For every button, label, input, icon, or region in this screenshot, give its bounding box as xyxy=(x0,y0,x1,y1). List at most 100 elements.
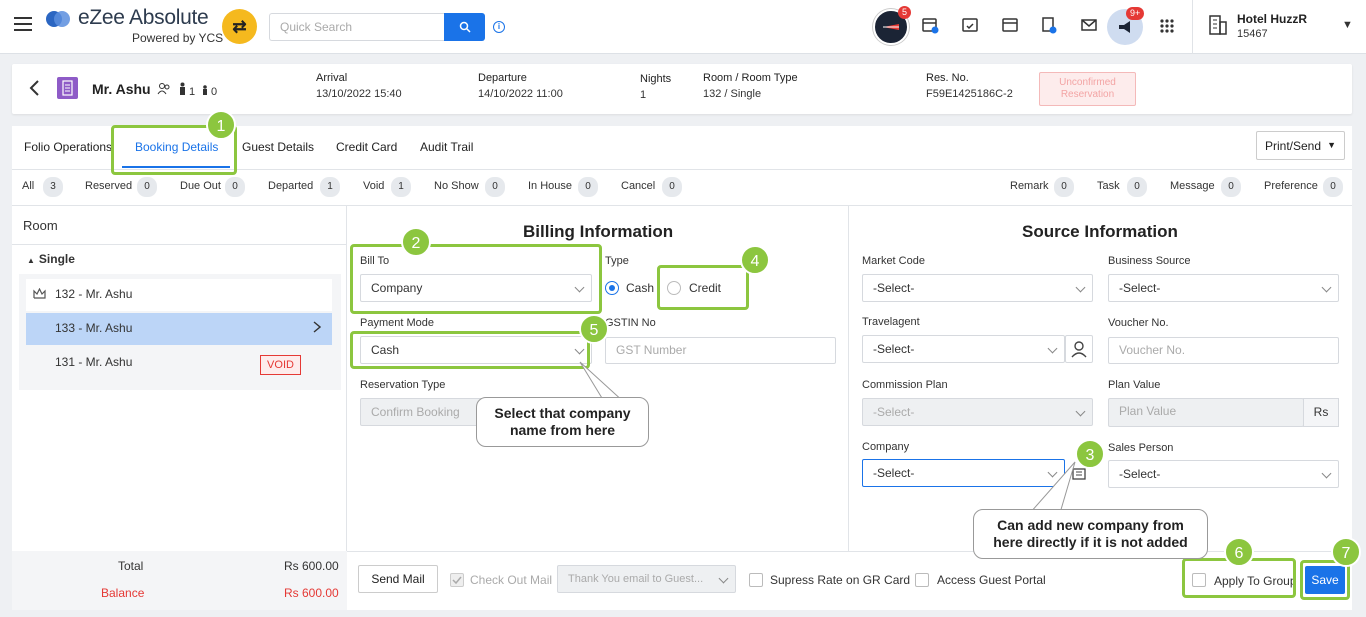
app-title: eZee Absolute xyxy=(78,6,209,29)
filter-task[interactable]: Task xyxy=(1097,180,1120,192)
travelagent-label: Travelagent xyxy=(862,316,920,328)
search-input[interactable]: Quick Search xyxy=(269,13,445,41)
filter-count: 0 xyxy=(1221,177,1241,197)
filter-departed[interactable]: Departed xyxy=(268,180,313,192)
res-no-value: F59E1425186C-2 xyxy=(926,88,1013,100)
filter-preference[interactable]: Preference xyxy=(1264,180,1318,192)
departure-value: 14/10/2022 11:00 xyxy=(478,88,563,100)
filter-remark[interactable]: Remark xyxy=(1010,180,1049,192)
calendar-add-icon[interactable] xyxy=(920,16,940,36)
print-send-label: Print/Send xyxy=(1265,139,1322,153)
filter-reserved[interactable]: Reserved xyxy=(85,180,132,192)
billing-title: Billing Information xyxy=(523,222,674,241)
room-item-132[interactable]: 132 - Mr. Ashu xyxy=(26,279,332,311)
chevron-down-icon xyxy=(1047,343,1058,354)
chevron-down-icon[interactable]: ▼ xyxy=(1342,19,1353,31)
tab-audit-trail[interactable]: Audit Trail xyxy=(420,140,473,154)
business-source-label: Business Source xyxy=(1108,255,1191,267)
apps-grid-icon[interactable] xyxy=(1160,19,1174,33)
adult-icon xyxy=(180,82,185,95)
send-mail-button[interactable]: Send Mail xyxy=(358,565,438,593)
filter-void[interactable]: Void xyxy=(363,180,384,192)
tab-credit-card[interactable]: Credit Card xyxy=(336,140,397,154)
child-count: 0 xyxy=(211,86,218,98)
guest-portal-checkbox[interactable] xyxy=(915,573,929,587)
step-number-7: 7 xyxy=(1331,537,1361,567)
room-group-single[interactable]: ▲ Single xyxy=(27,252,75,266)
filter-count: 0 xyxy=(137,177,157,197)
chevron-down-icon xyxy=(1075,406,1086,417)
company-label: Company xyxy=(862,441,910,453)
sales-person-label: Sales Person xyxy=(1108,442,1174,454)
departure-label: Departure xyxy=(478,72,527,84)
app-subtitle: Powered by YCS xyxy=(132,31,224,45)
menu-icon[interactable] xyxy=(14,17,32,31)
voucher-label: Voucher No. xyxy=(1108,317,1169,329)
search-button[interactable] xyxy=(444,13,485,41)
filter-cancel[interactable]: Cancel xyxy=(621,180,655,192)
tab-folio-operations[interactable]: Folio Operations xyxy=(24,140,112,154)
hotel-name[interactable]: Hotel HuzzR xyxy=(1237,12,1307,26)
email-template-select[interactable]: Thank You email to Guest... xyxy=(557,565,736,593)
info-icon[interactable]: i xyxy=(493,21,505,33)
room-group-label: Single xyxy=(38,252,75,266)
step-number-5: 5 xyxy=(579,314,609,344)
filter-no-show[interactable]: No Show xyxy=(434,180,479,192)
room-type-value: 132 / Single xyxy=(703,88,762,100)
travelagent-select[interactable]: -Select- xyxy=(862,335,1065,363)
commission-plan-label: Commission Plan xyxy=(862,379,948,391)
highlight-payment-mode xyxy=(350,331,590,369)
suppress-rate-checkbox[interactable] xyxy=(749,573,763,587)
mail-icon[interactable] xyxy=(1079,16,1099,36)
void-badge: VOID xyxy=(260,355,301,375)
business-source-select[interactable]: -Select- xyxy=(1108,274,1339,302)
email-template-value: Thank You email to Guest... xyxy=(568,573,704,585)
caret-up-icon: ▲ xyxy=(27,256,35,265)
gstin-label: GSTIN No xyxy=(605,317,656,329)
callout-text-1: Can add new company from xyxy=(997,517,1184,533)
cash-radio[interactable] xyxy=(605,281,619,295)
print-send-dropdown[interactable]: Print/Send ▼ xyxy=(1256,131,1345,160)
reservation-type-select[interactable]: Confirm Booking xyxy=(360,398,490,426)
room-item-label: 131 - Mr. Ashu xyxy=(55,355,133,369)
gstin-input[interactable]: GST Number xyxy=(605,337,836,364)
ezee-logo-icon xyxy=(46,11,70,27)
status-badge: Unconfirmed Reservation xyxy=(1039,72,1136,106)
shuffle-icon[interactable]: ⇄ xyxy=(222,9,257,44)
filter-count: 0 xyxy=(1054,177,1074,197)
nights-label: Nights xyxy=(640,73,672,85)
filter-count: 1 xyxy=(391,177,411,197)
plan-value-input[interactable]: Plan Value xyxy=(1108,398,1304,427)
filter-count: 3 xyxy=(43,177,63,197)
commission-plan-select[interactable]: -Select- xyxy=(862,398,1093,426)
filter-message[interactable]: Message xyxy=(1170,180,1215,192)
highlight-bill-to xyxy=(350,244,602,314)
room-item-label: 132 - Mr. Ashu xyxy=(55,287,133,301)
billing-icon[interactable] xyxy=(1039,16,1059,36)
suppress-rate-label: Supress Rate on GR Card xyxy=(770,573,911,587)
filter-due-out[interactable]: Due Out xyxy=(180,180,221,192)
checkout-mail-checkbox[interactable] xyxy=(450,573,464,587)
sales-person-select[interactable]: -Select- xyxy=(1108,460,1339,488)
market-code-value: -Select- xyxy=(873,281,915,295)
search-icon xyxy=(459,21,471,33)
megaphone-badge: 9+ xyxy=(1126,7,1145,20)
filter-count: 0 xyxy=(1127,177,1147,197)
market-code-select[interactable]: -Select- xyxy=(862,274,1093,302)
caret-down-icon: ▼ xyxy=(1327,140,1336,150)
guest-name[interactable]: Mr. Ashu xyxy=(92,81,151,97)
filter-count: 1 xyxy=(320,177,340,197)
calendar-icon[interactable] xyxy=(1000,16,1020,36)
tab-guest-details[interactable]: Guest Details xyxy=(242,140,314,154)
calendar-check-icon[interactable] xyxy=(960,16,980,36)
back-arrow-icon[interactable] xyxy=(28,80,40,101)
person-search-icon[interactable] xyxy=(1065,335,1093,363)
filter-count: 0 xyxy=(485,177,505,197)
voucher-input[interactable]: Voucher No. xyxy=(1108,337,1339,364)
step-number-4: 4 xyxy=(740,245,770,275)
room-item-133[interactable]: 133 - Mr. Ashu xyxy=(26,313,332,345)
filter-all[interactable]: All xyxy=(22,180,34,192)
sales-person-value: -Select- xyxy=(1119,467,1161,481)
filter-in-house[interactable]: In House xyxy=(528,180,572,192)
room-header: Room xyxy=(23,218,58,233)
